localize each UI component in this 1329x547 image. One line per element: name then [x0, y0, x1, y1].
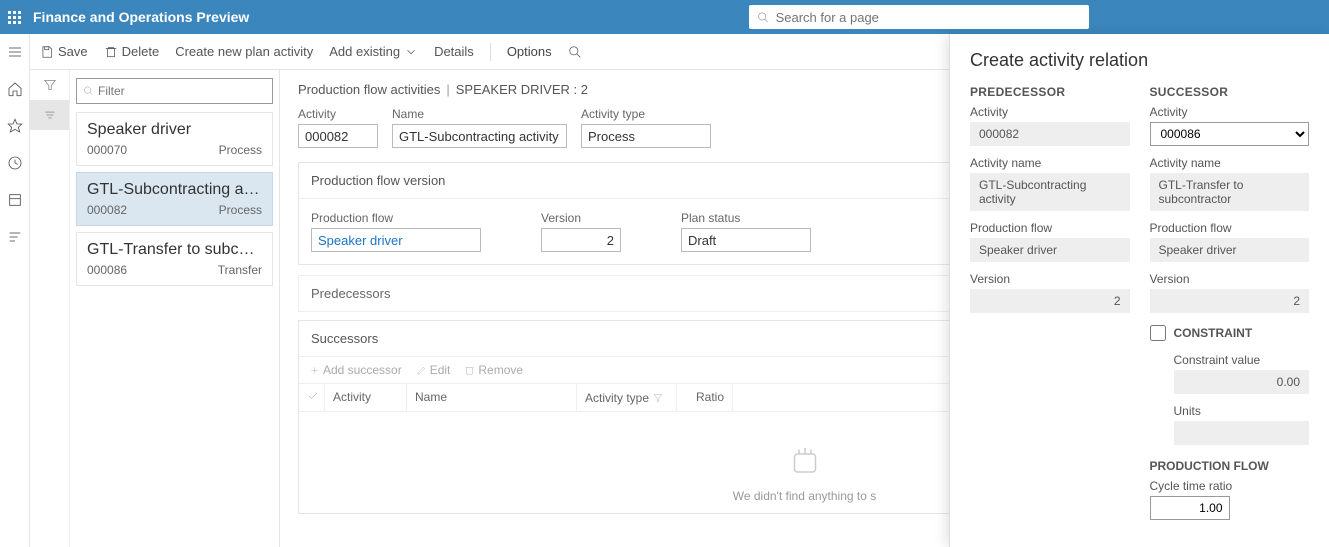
menu-icon[interactable]	[7, 44, 23, 63]
checkbox-column[interactable]	[299, 384, 325, 411]
star-icon[interactable]	[7, 118, 23, 137]
name-field[interactable]	[392, 124, 567, 148]
save-button[interactable]: Save	[40, 44, 88, 59]
succ-activity-name: GTL-Transfer to subcontractor	[1150, 173, 1310, 211]
pred-activity: 000082	[970, 122, 1130, 146]
ratio-column[interactable]: Ratio	[677, 384, 733, 411]
action-search-icon[interactable]	[568, 45, 582, 59]
name-label: Name	[392, 107, 567, 121]
global-search-input[interactable]	[776, 10, 1082, 25]
search-icon	[83, 85, 94, 97]
list-item[interactable]: GTL-Transfer to subcontr... 000086Transf…	[76, 232, 273, 286]
list-filter[interactable]	[76, 78, 273, 104]
list-filter-input[interactable]	[98, 84, 266, 98]
save-label: Save	[58, 44, 88, 59]
global-search[interactable]	[749, 5, 1089, 29]
activity-field[interactable]	[298, 124, 378, 148]
recent-icon[interactable]	[7, 155, 23, 174]
cycle-time-ratio-input[interactable]	[1150, 496, 1230, 520]
app-launcher-icon[interactable]	[8, 11, 21, 24]
delete-button[interactable]: Delete	[104, 44, 160, 59]
production-flow-heading: PRODUCTION FLOW	[1150, 459, 1310, 473]
activity-label: Activity	[298, 107, 378, 121]
filter-icon	[653, 393, 663, 403]
options-button[interactable]: Options	[507, 44, 552, 59]
succ-production-flow: Speaker driver	[1150, 238, 1310, 262]
home-icon[interactable]	[7, 81, 23, 100]
succ-version: 2	[1150, 289, 1310, 313]
filter-column	[30, 70, 70, 547]
activity-column[interactable]: Activity	[325, 384, 407, 411]
version-field[interactable]	[541, 228, 621, 252]
create-activity-relation-panel: Create activity relation PREDECESSOR Act…	[949, 34, 1329, 547]
units-value	[1174, 421, 1310, 445]
list-item[interactable]: Speaker driver 000070Process	[76, 112, 273, 166]
delete-label: Delete	[122, 44, 160, 59]
list-item-title: GTL-Subcontracting activ...	[87, 181, 262, 199]
modules-icon[interactable]	[7, 229, 23, 248]
create-plan-activity-button[interactable]: Create new plan activity	[175, 44, 313, 59]
constraint-checkbox[interactable]	[1150, 325, 1166, 341]
predecessor-heading: PREDECESSOR	[970, 85, 1130, 99]
sort-icon[interactable]	[30, 100, 69, 130]
succ-activity-select[interactable]: 000086	[1150, 122, 1310, 146]
remove-button[interactable]: Remove	[464, 363, 523, 377]
search-icon	[757, 11, 769, 24]
workspace-icon[interactable]	[7, 192, 23, 211]
pred-production-flow: Speaker driver	[970, 238, 1130, 262]
type-field[interactable]	[581, 124, 711, 148]
edit-button[interactable]: Edit	[416, 363, 451, 377]
pred-version: 2	[970, 289, 1130, 313]
list-item[interactable]: GTL-Subcontracting activ... 000082Proces…	[76, 172, 273, 226]
pred-activity-name: GTL-Subcontracting activity	[970, 173, 1130, 211]
details-button[interactable]: Details	[434, 44, 474, 59]
filter-icon[interactable]	[30, 70, 69, 100]
panel-title: Create activity relation	[970, 50, 1309, 71]
app-title: Finance and Operations Preview	[33, 9, 249, 25]
list-panel: Speaker driver 000070Process GTL-Subcont…	[70, 70, 280, 547]
production-flow-field[interactable]	[311, 228, 481, 252]
add-existing-button[interactable]: Add existing	[329, 44, 418, 59]
constraint-label: CONSTRAINT	[1174, 326, 1253, 340]
name-column[interactable]: Name	[407, 384, 577, 411]
add-successor-button[interactable]: Add successor	[309, 363, 402, 377]
type-label: Activity type	[581, 107, 711, 121]
nav-rail	[0, 34, 30, 547]
constraint-value: 0.00	[1174, 370, 1310, 394]
separator	[490, 43, 491, 61]
list-item-title: Speaker driver	[87, 121, 262, 139]
successor-heading: SUCCESSOR	[1150, 85, 1310, 99]
chevron-down-icon	[404, 45, 418, 59]
plan-status-field[interactable]	[681, 228, 811, 252]
list-item-title: GTL-Transfer to subcontr...	[87, 241, 262, 259]
type-column[interactable]: Activity type	[577, 384, 677, 411]
empty-icon	[787, 442, 823, 478]
